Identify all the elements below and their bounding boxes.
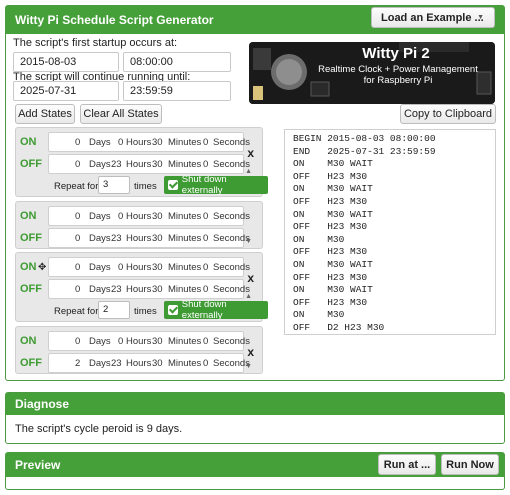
script-line: OFF D2 H23 M30 (293, 321, 385, 333)
on-label: ON (20, 136, 37, 148)
script-line: ON M30 WAIT (293, 158, 373, 170)
caret-down-icon: ▼ (245, 363, 252, 370)
diagnose-panel: Diagnose The script's cycle peroid is 9 … (5, 392, 505, 444)
preview-title: Preview (15, 458, 61, 472)
add-states-button[interactable]: Add States (15, 104, 75, 124)
off-duration-input[interactable]: 0 Days 23 Hours 30 Minutes 0 Seconds (48, 279, 250, 299)
script-line: ON M30 WAIT (293, 258, 373, 270)
checkbox-check-icon (168, 180, 178, 190)
times-label: times (134, 181, 157, 192)
banner-line1: Realtime Clock + Power Management (318, 64, 478, 75)
load-example-label: Load an Example ... (381, 11, 484, 24)
off-duration-input[interactable]: 0 Days 23 Hours 30 Minutes 0 Seconds (48, 154, 250, 174)
repeat-count-input[interactable]: 2 (98, 301, 130, 319)
end-date-input[interactable]: 2025-07-31 (13, 81, 119, 101)
banner-line2: for Raspberry Pi (363, 75, 433, 86)
script-line: OFF H23 M30 (293, 195, 368, 207)
repeat-row: Repeat for 3 times Shut down externally (48, 174, 268, 196)
checkbox-check-icon (168, 305, 178, 315)
banner-title: Witty Pi 2 (362, 45, 430, 62)
repeat-count-input[interactable]: 3 (98, 176, 130, 194)
state-block-1: ON 0 Days 0 Hours 30 Minutes 0 Seconds OFF 0… (15, 127, 268, 197)
script-line: END 2025-07-31 23:59:59 (293, 145, 436, 157)
load-example-dropdown[interactable]: Load an Example ... ▼ (371, 7, 495, 28)
preview-header: Preview Run at ... Run Now (6, 453, 504, 477)
start-date-input[interactable]: 2015-08-03 (13, 52, 119, 72)
on-label: ON (20, 261, 37, 273)
state-block-3: ON ✥ 0 Days 0 Hours 30 Minutes 0 Seconds OFF… (15, 252, 268, 322)
off-duration-input[interactable]: 2 Days 23 Hours 30 Minutes 0 Seconds (48, 353, 250, 373)
off-label: OFF (20, 283, 42, 295)
off-duration-input[interactable]: 0 Days 23 Hours 30 Minutes 0 Seconds (48, 228, 250, 248)
script-line: OFF H23 M30 (293, 170, 368, 182)
remove-state-button[interactable]: x (247, 271, 254, 285)
generator-header: Witty Pi Schedule Script Generator Load … (6, 6, 504, 34)
script-line: OFF H23 M30 (293, 221, 368, 233)
on-label: ON (20, 335, 37, 347)
script-line: BEGIN 2015-08-03 08:00:00 (293, 133, 436, 144)
shutdown-externally-checkbox[interactable]: Shut down externally (164, 174, 268, 196)
repeat-row: Repeat for 2 times Shut down externally (48, 299, 268, 321)
script-line: ON M30 WAIT (293, 284, 373, 296)
diagnose-message: The script's cycle peroid is 9 days. (15, 423, 183, 435)
witty-pi-banner-image: Witty Pi 2 Realtime Clock + Power Manage… (249, 42, 495, 104)
script-line: ON M30 WAIT (293, 183, 373, 195)
off-label: OFF (20, 232, 42, 244)
copy-to-clipboard-button[interactable]: Copy to Clipboard (400, 104, 496, 124)
remove-state-button[interactable]: x (247, 146, 254, 160)
repeat-label: Repeat for (54, 181, 99, 192)
state-block-2: ON 0 Days 0 Hours 30 Minutes 0 Seconds OFF 0… (15, 201, 263, 249)
run-at-button[interactable]: Run at ... (378, 454, 436, 475)
preview-panel: Preview Run at ... Run Now (5, 452, 505, 490)
script-line: ON M30 WAIT (293, 208, 373, 220)
shutdown-externally-checkbox[interactable]: Shut down externally (164, 299, 268, 321)
script-line: OFF H23 M30 (293, 246, 368, 258)
start-time-input[interactable]: 08:00:00 (123, 52, 231, 72)
diagnose-title: Diagnose (15, 397, 70, 411)
move-cursor-icon: ✥ (38, 262, 47, 273)
on-label: ON (20, 210, 37, 222)
state-block-4: ON 0 Days 0 Hours 30 Minutes 0 Seconds OFF 2… (15, 326, 263, 374)
caret-down-icon: ▼ (245, 238, 252, 245)
diagnose-header: Diagnose (6, 393, 504, 415)
off-label: OFF (20, 357, 42, 369)
first-startup-label: The script's first startup occurs at: (13, 37, 178, 49)
generator-panel: Witty Pi Schedule Script Generator Load … (5, 5, 505, 381)
script-line: OFF H23 M30 (293, 296, 368, 308)
end-time-input[interactable]: 23:59:59 (123, 81, 231, 101)
script-line: ON M30 (293, 233, 345, 245)
repeat-label: Repeat for (54, 306, 99, 317)
clear-all-states-button[interactable]: Clear All States (80, 104, 162, 124)
on-duration-input[interactable]: 0 Days 0 Hours 30 Minutes 0 Seconds (48, 206, 250, 226)
off-label: OFF (20, 158, 42, 170)
times-label: times (134, 306, 157, 317)
chevron-down-icon: ▼ (477, 13, 484, 21)
remove-state-button[interactable]: x (247, 345, 254, 359)
on-duration-input[interactable]: 0 Days 0 Hours 30 Minutes 0 Seconds (48, 331, 250, 351)
on-duration-input[interactable]: 0 Days 0 Hours 30 Minutes 0 Seconds (48, 257, 250, 277)
script-output[interactable]: BEGIN 2015-08-03 08:00:00 END 2025-07-31 … (284, 129, 496, 335)
script-line: OFF H23 M30 (293, 271, 368, 283)
generator-title: Witty Pi Schedule Script Generator (15, 13, 214, 27)
run-now-button[interactable]: Run Now (441, 454, 499, 475)
script-line: ON M30 (293, 309, 345, 321)
on-duration-input[interactable]: 0 Days 0 Hours 30 Minutes 0 Seconds (48, 132, 250, 152)
